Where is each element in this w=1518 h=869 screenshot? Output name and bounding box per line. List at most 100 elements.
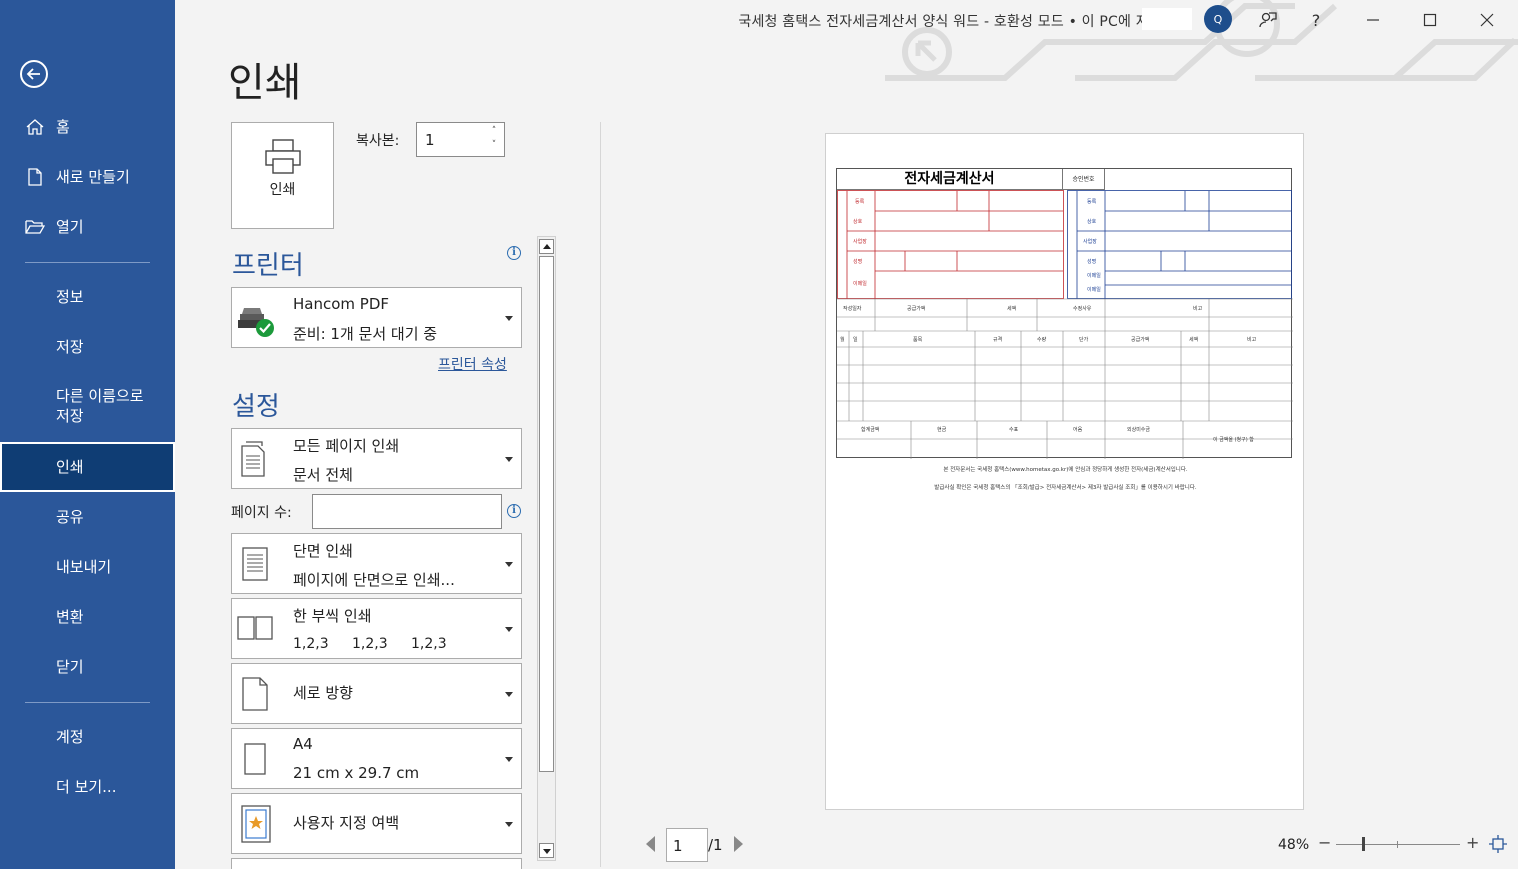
nav-print-label: 인쇄: [56, 458, 84, 476]
svg-text:작성일자: 작성일자: [843, 305, 862, 312]
feedback-icon[interactable]: [1253, 6, 1283, 34]
nav-account[interactable]: 계정: [0, 716, 175, 758]
single-sided-icon: [242, 547, 268, 581]
nav-print[interactable]: 인쇄: [0, 442, 175, 492]
svg-text:이 금액을 (청구) 함: 이 금액을 (청구) 함: [1213, 436, 1254, 443]
pages-input[interactable]: [312, 494, 502, 529]
current-page-input[interactable]: 1: [666, 828, 708, 862]
chevron-down-icon[interactable]: ˅: [487, 138, 501, 152]
home-icon: [25, 117, 45, 137]
previous-page-icon[interactable]: [646, 836, 655, 852]
chevron-down-icon: [505, 757, 513, 762]
printer-section-title: 프린터: [232, 251, 304, 281]
zoom-100-tick: [1397, 841, 1398, 848]
settings-scrollbar[interactable]: [537, 236, 556, 861]
svg-text:공급가액: 공급가액: [1131, 336, 1150, 343]
scroll-thumb[interactable]: [539, 256, 554, 772]
svg-text:성명: 성명: [1087, 258, 1096, 265]
nav-transform[interactable]: 변환: [0, 596, 175, 638]
zoom-level[interactable]: 48%: [1278, 837, 1309, 853]
portrait-icon: [242, 677, 268, 711]
chevron-down-icon: [505, 692, 513, 697]
minimize-icon[interactable]: [1358, 6, 1388, 34]
svg-text:수표: 수표: [1009, 427, 1019, 433]
total-pages: /1: [708, 836, 723, 854]
zoom-to-page-icon[interactable]: [1489, 835, 1507, 853]
info-icon[interactable]: i: [507, 246, 521, 260]
page-title: 인쇄: [228, 60, 302, 106]
scroll-up-arrow-icon: [543, 244, 551, 249]
chevron-down-icon: [505, 822, 513, 827]
nav-divider: [25, 702, 150, 703]
svg-text:어음: 어음: [1073, 426, 1083, 433]
paper-size-select[interactable]: A4 21 cm x 29.7 cm: [231, 728, 522, 789]
svg-text:이메일: 이메일: [1087, 286, 1101, 293]
printer-properties-link[interactable]: 프린터 속성: [438, 354, 507, 374]
copies-label: 복사본:: [356, 133, 400, 149]
chevron-down-icon: [505, 627, 513, 632]
svg-text:규격: 규격: [993, 336, 1002, 343]
close-icon[interactable]: [1472, 6, 1502, 34]
collate-sequence-1: 1,2,3: [293, 636, 329, 652]
collate-setting-select[interactable]: 한 부씩 인쇄 1,2,3 1,2,3 1,2,3: [231, 598, 522, 659]
maximize-icon[interactable]: [1415, 6, 1445, 34]
title-bar: 국세청 홈택스 전자세금계산서 양식 워드 - 호환성 모드 • 이 PC에 저…: [175, 0, 1518, 81]
preview-divider: [600, 122, 601, 867]
nav-close[interactable]: 닫기: [0, 646, 175, 688]
chevron-down-icon: [505, 562, 513, 567]
print-button[interactable]: 인쇄: [231, 122, 334, 229]
sides-setting-select[interactable]: 단면 인쇄 페이지에 단면으로 인쇄...: [231, 533, 522, 594]
svg-text:이메일: 이메일: [853, 280, 867, 287]
copies-stepper[interactable]: ˄ ˅: [487, 124, 501, 154]
collate-icon: [237, 616, 273, 640]
nav-account-label: 계정: [56, 728, 84, 746]
svg-text:외상미수금: 외상미수금: [1127, 426, 1150, 433]
nav-more[interactable]: 더 보기...: [0, 766, 175, 808]
printer-select[interactable]: Hancom PDF 준비: 1개 문서 대기 중: [231, 287, 522, 348]
printer-icon: [265, 139, 301, 174]
zoom-out-button[interactable]: −: [1318, 833, 1331, 852]
zoom-in-button[interactable]: +: [1466, 833, 1479, 852]
svg-text:수정사유: 수정사유: [1073, 305, 1092, 312]
svg-text:비고: 비고: [1247, 336, 1257, 343]
pages-icon: [241, 441, 265, 477]
scroll-down-button[interactable]: [539, 843, 554, 858]
scroll-up-button[interactable]: [539, 239, 554, 254]
collate-sequence-3: 1,2,3: [411, 636, 447, 652]
help-button[interactable]: ?: [1301, 6, 1331, 34]
zoom-slider-thumb[interactable]: [1362, 837, 1365, 851]
nav-save[interactable]: 저장: [0, 326, 175, 368]
svg-text:이메일: 이메일: [1087, 272, 1101, 279]
avatar[interactable]: Q: [1204, 5, 1232, 33]
zoom-slider[interactable]: [1336, 844, 1460, 845]
svg-text:일: 일: [853, 336, 858, 343]
pages-setting-select[interactable]: 모든 페이지 인쇄 문서 전체: [231, 428, 522, 489]
margins-setting-select[interactable]: 사용자 지정 여백: [231, 793, 522, 854]
nav-home-label: 홈: [56, 118, 70, 136]
account-name-area[interactable]: [1142, 8, 1192, 30]
next-page-icon[interactable]: [734, 836, 743, 852]
nav-save-as[interactable]: 다른 이름으로 저장: [0, 383, 175, 429]
page-scaling-select[interactable]: [231, 858, 522, 869]
printer-status: 준비: 1개 문서 대기 중: [293, 325, 438, 343]
nav-home[interactable]: 홈: [0, 106, 175, 148]
orientation-setting-select[interactable]: 세로 방향: [231, 663, 522, 724]
nav-new-label: 새로 만들기: [56, 168, 130, 186]
pages-setting-secondary: 문서 전체: [293, 466, 353, 484]
svg-text:성명: 성명: [853, 258, 862, 265]
collate-setting-primary: 한 부씩 인쇄: [293, 607, 372, 625]
svg-text:상호: 상호: [1087, 218, 1097, 225]
invoice-note-2: 발급사실 확인은 국세청 홈택스의 「조회/발급> 전자세금계산서> 제3자 발…: [934, 485, 1197, 491]
back-arrow-icon[interactable]: [20, 60, 48, 88]
paper-size-icon: [244, 743, 266, 775]
info-icon[interactable]: i: [507, 504, 521, 518]
nav-info[interactable]: 정보: [0, 276, 175, 318]
svg-text:상호: 상호: [853, 218, 863, 225]
nav-transform-label: 변환: [56, 608, 84, 626]
chevron-up-icon[interactable]: ˄: [487, 124, 501, 138]
nav-new[interactable]: 새로 만들기: [0, 156, 175, 198]
nav-export[interactable]: 내보내기: [0, 546, 175, 588]
nav-open[interactable]: 열기: [0, 206, 175, 248]
svg-text:수량: 수량: [1037, 336, 1047, 343]
nav-share[interactable]: 공유: [0, 496, 175, 538]
